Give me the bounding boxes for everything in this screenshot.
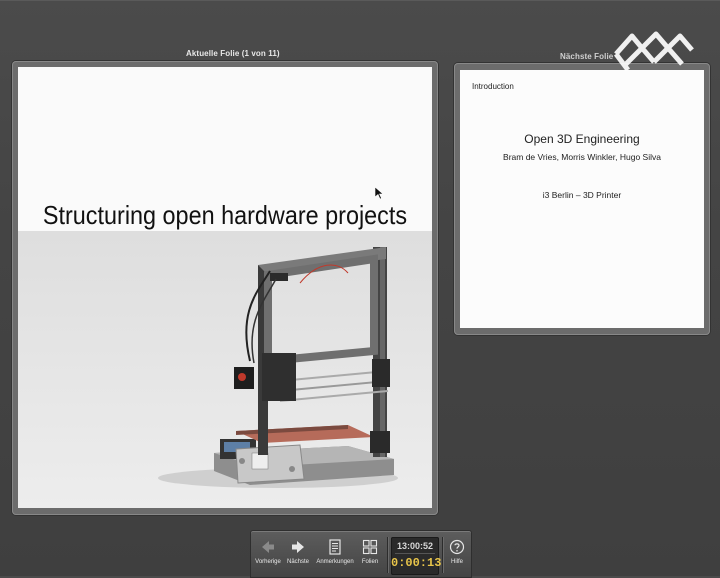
clock-time: 13:00:52 <box>396 541 434 551</box>
notes-label: Anmerkungen <box>316 559 354 565</box>
watermark-logo-icon <box>614 31 694 72</box>
current-slide-label: Aktuelle Folie (1 von 11) <box>186 49 280 58</box>
toolbar-divider <box>387 537 388 573</box>
slides-button[interactable]: Folien <box>353 539 387 575</box>
slides-label: Folien <box>361 559 379 565</box>
current-slide[interactable] <box>18 67 432 508</box>
next-button[interactable]: Nächste <box>281 539 315 575</box>
previous-label: Vorherige <box>255 559 281 565</box>
elapsed-time: 0:00:13 <box>391 556 442 570</box>
printer-photo <box>18 231 432 508</box>
help-label: Hilfe <box>450 559 463 565</box>
window-top-edge <box>0 0 720 1</box>
presenter-toolbar: Vorherige Nächste Anmerkungen Folien 13:… <box>250 530 472 578</box>
next-slide-label: Nächste Folie <box>560 52 614 61</box>
help-button[interactable]: Hilfe <box>443 539 471 575</box>
timer-divider <box>395 553 435 554</box>
current-slide-title: Structuring open hardware projects <box>42 200 408 230</box>
arrow-right-icon <box>292 541 304 553</box>
next-slide-authors: Bram de Vries, Morris Winkler, Hugo Silv… <box>503 152 661 162</box>
next-slide[interactable]: Introduction Open 3D Engineering Bram de… <box>460 70 704 328</box>
notes-icon <box>329 539 341 555</box>
mouse-cursor-icon <box>375 187 383 199</box>
slides-grid-icon <box>362 539 378 555</box>
arrow-left-icon <box>262 541 274 553</box>
3d-printer-illustration <box>158 247 398 488</box>
next-slide-subtitle: i3 Berlin – 3D Printer <box>542 190 622 200</box>
timer-display[interactable]: 13:00:52 0:00:13 <box>391 537 442 575</box>
next-label: Nächste <box>286 559 309 565</box>
notes-button[interactable]: Anmerkungen <box>315 539 355 575</box>
help-icon <box>449 539 465 555</box>
previous-button[interactable]: Vorherige <box>251 539 285 575</box>
next-slide-section: Introduction <box>472 82 514 91</box>
next-slide-title: Open 3D Engineering <box>524 132 640 146</box>
